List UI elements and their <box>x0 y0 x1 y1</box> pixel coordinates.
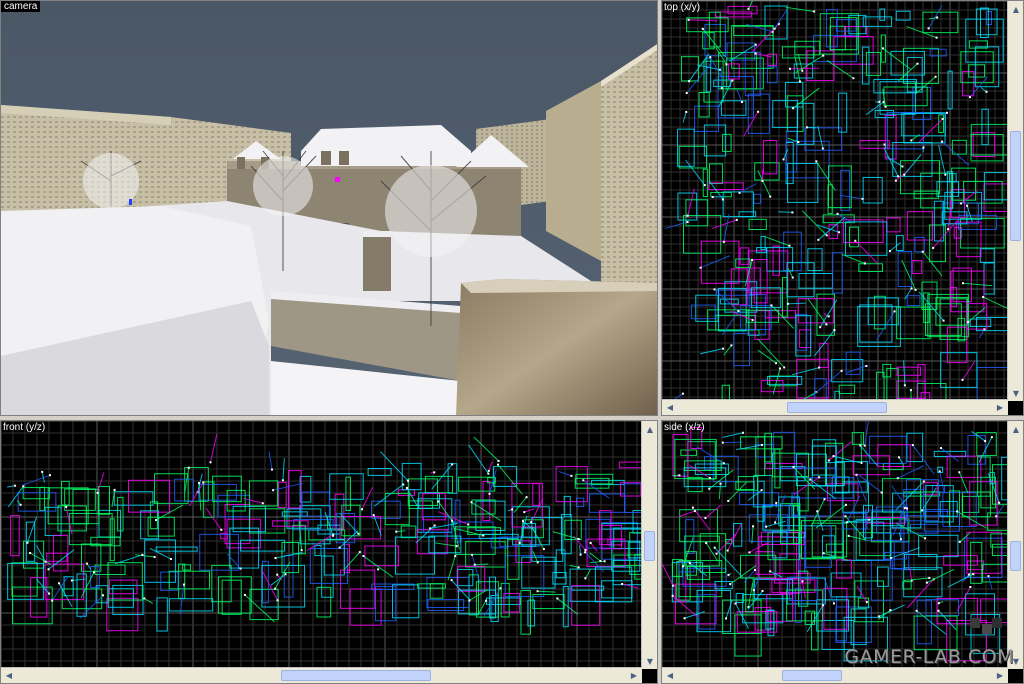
scroll-thumb[interactable] <box>787 402 887 413</box>
scroll-thumb[interactable] <box>1010 131 1021 241</box>
watermark: GAMER-LAB.COM <box>844 646 1014 668</box>
camera-viewport[interactable]: camera <box>0 0 658 416</box>
top-viewport-label: top (x/y) <box>664 2 701 13</box>
top-horizontal-scrollbar[interactable]: ◀ ▶ <box>662 399 1008 415</box>
top-map-canvas[interactable] <box>662 1 1008 401</box>
scroll-up-icon[interactable]: ▲ <box>643 422 657 436</box>
top-vertical-scrollbar[interactable]: ▲ ▼ <box>1007 1 1023 401</box>
side-viewport-label: side (x/z) <box>664 422 705 433</box>
scroll-thumb[interactable] <box>782 670 842 681</box>
front-vertical-scrollbar[interactable]: ▲ ▼ <box>641 421 657 669</box>
scroll-left-icon[interactable]: ◀ <box>663 400 677 414</box>
side-map-canvas[interactable] <box>662 421 1008 669</box>
side-viewport[interactable]: side (x/z) ▲ ▼ ◀ ▶ <box>661 420 1024 684</box>
scroll-left-icon[interactable]: ◀ <box>2 668 16 682</box>
scroll-down-icon[interactable]: ▼ <box>1009 386 1023 400</box>
scroll-up-icon[interactable]: ▲ <box>1009 422 1023 436</box>
camera-viewport-label: camera <box>1 1 41 12</box>
top-viewport[interactable]: top (x/y) ▲ ▼ ◀ ▶ <box>661 0 1024 416</box>
side-horizontal-scrollbar[interactable]: ◀ ▶ <box>662 667 1008 683</box>
front-horizontal-scrollbar[interactable]: ◀ ▶ <box>1 667 642 683</box>
front-map-canvas[interactable] <box>1 421 642 669</box>
scroll-right-icon[interactable]: ▶ <box>993 400 1007 414</box>
gamer-lab-logo-icon <box>970 618 1002 634</box>
scroll-down-icon[interactable]: ▼ <box>643 654 657 668</box>
scroll-left-icon[interactable]: ◀ <box>663 668 677 682</box>
camera-3d-render <box>1 1 657 415</box>
scroll-thumb[interactable] <box>281 670 431 681</box>
scroll-up-icon[interactable]: ▲ <box>1009 2 1023 16</box>
front-viewport[interactable]: front (y/z) ▲ ▼ ◀ ▶ <box>0 420 658 684</box>
front-viewport-label: front (y/z) <box>3 422 46 433</box>
scroll-right-icon[interactable]: ▶ <box>627 668 641 682</box>
scroll-right-icon[interactable]: ▶ <box>993 668 1007 682</box>
side-vertical-scrollbar[interactable]: ▲ ▼ <box>1007 421 1023 669</box>
scroll-thumb[interactable] <box>1010 541 1021 571</box>
scroll-thumb[interactable] <box>644 531 655 561</box>
